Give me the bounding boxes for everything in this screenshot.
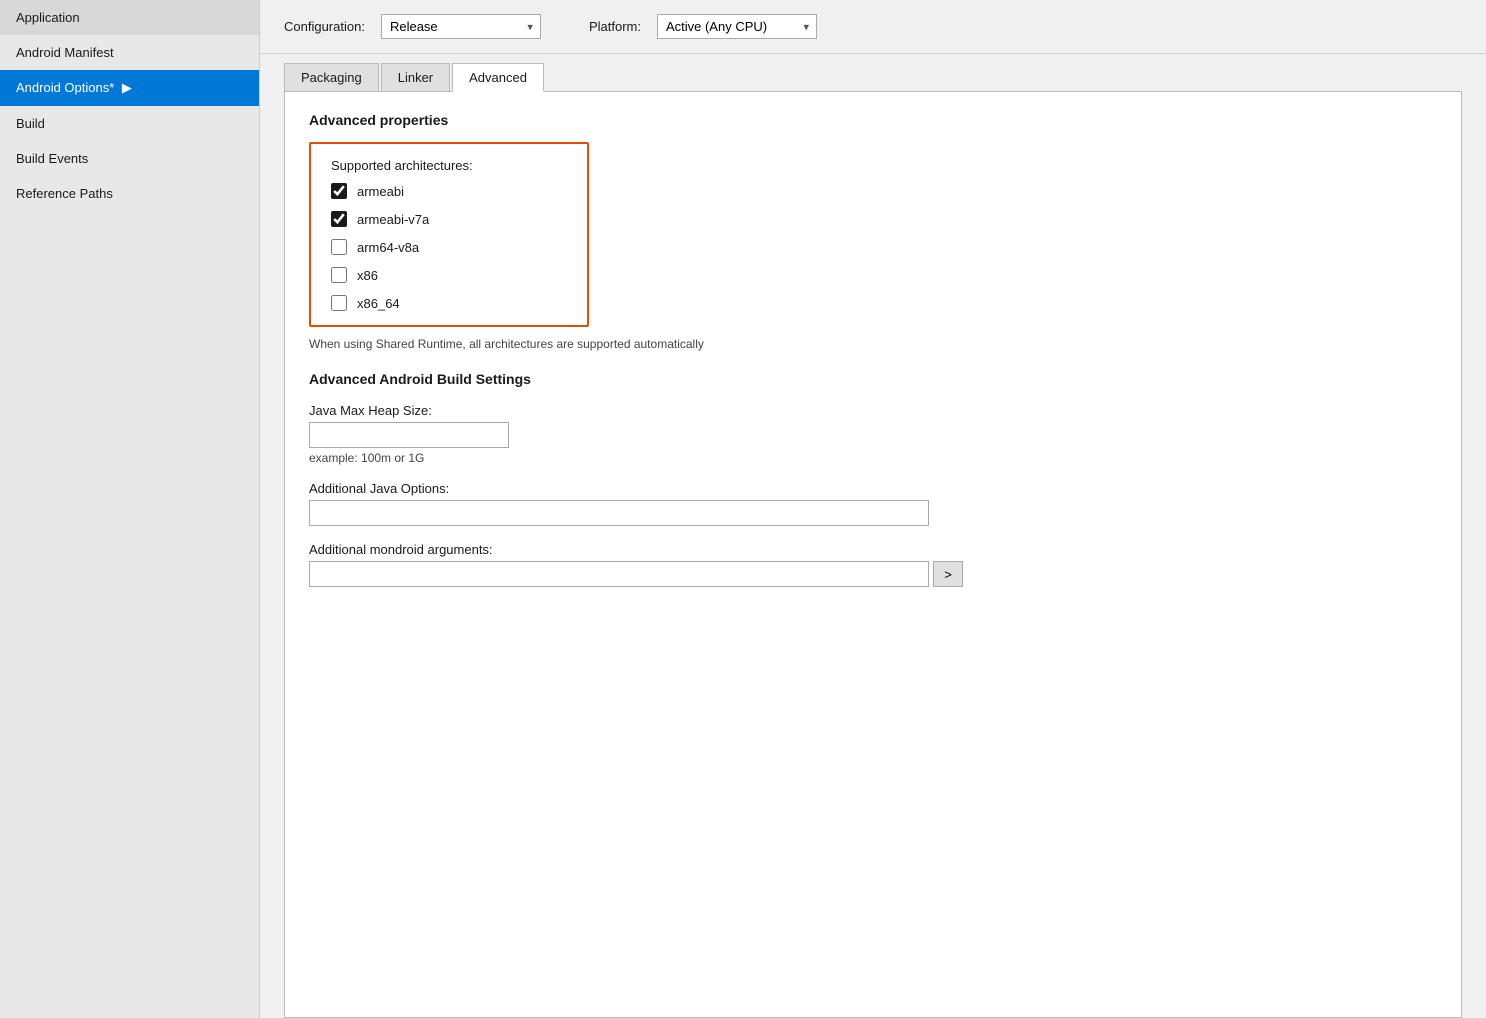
arch-checkbox-arm64-v8a[interactable] xyxy=(331,239,347,255)
sidebar-item-android-options[interactable]: Android Options* ▶ xyxy=(0,70,259,106)
main-layout: Application Android Manifest Android Opt… xyxy=(0,0,1486,1018)
tab-packaging[interactable]: Packaging xyxy=(284,63,379,91)
arch-item-x86: x86 xyxy=(331,267,567,283)
arch-item-armeabi-v7a: armeabi-v7a xyxy=(331,211,567,227)
arch-label-x86[interactable]: x86 xyxy=(357,268,378,283)
arch-checkbox-armeabi-v7a[interactable] xyxy=(331,211,347,227)
java-heap-group: Java Max Heap Size: example: 100m or 1G xyxy=(309,403,1437,465)
configuration-select[interactable]: Release Active (Debug) Debug All Configu… xyxy=(381,14,541,39)
java-heap-input[interactable] xyxy=(309,422,509,448)
arch-checkbox-x86[interactable] xyxy=(331,267,347,283)
architectures-label: Supported architectures: xyxy=(331,158,567,173)
mondroid-label: Additional mondroid arguments: xyxy=(309,542,1437,557)
tabs-area: Packaging Linker Advanced xyxy=(260,62,1486,92)
mondroid-input-row: > xyxy=(309,561,1437,587)
configuration-label: Configuration: xyxy=(284,19,365,34)
sidebar-arrow-icon: ▶ xyxy=(122,80,132,96)
tab-linker[interactable]: Linker xyxy=(381,63,450,91)
content-area: Configuration: Release Active (Debug) De… xyxy=(260,0,1486,1018)
java-heap-hint: example: 100m or 1G xyxy=(309,451,1437,465)
sidebar-item-reference-paths[interactable]: Reference Paths xyxy=(0,176,259,211)
java-options-label: Additional Java Options: xyxy=(309,481,1437,496)
configuration-select-wrapper: Release Active (Debug) Debug All Configu… xyxy=(381,14,541,39)
architectures-box: Supported architectures: armeabi armeabi… xyxy=(309,142,589,327)
sidebar-item-build-events[interactable]: Build Events xyxy=(0,141,259,176)
sidebar-item-android-manifest[interactable]: Android Manifest xyxy=(0,35,259,70)
section2-title: Advanced Android Build Settings xyxy=(309,371,1437,387)
java-heap-label: Java Max Heap Size: xyxy=(309,403,1437,418)
arch-label-armeabi[interactable]: armeabi xyxy=(357,184,404,199)
platform-select-wrapper: Active (Any CPU) Any CPU x86 x64 xyxy=(657,14,817,39)
tab-advanced[interactable]: Advanced xyxy=(452,63,544,92)
arch-label-armeabi-v7a[interactable]: armeabi-v7a xyxy=(357,212,429,227)
arch-checkbox-armeabi[interactable] xyxy=(331,183,347,199)
sidebar: Application Android Manifest Android Opt… xyxy=(0,0,260,1018)
mondroid-input[interactable] xyxy=(309,561,929,587)
arch-hint: When using Shared Runtime, all architect… xyxy=(309,337,1437,351)
mondroid-button[interactable]: > xyxy=(933,561,963,587)
arch-item-x86_64: x86_64 xyxy=(331,295,567,311)
java-options-group: Additional Java Options: xyxy=(309,481,1437,526)
panel-advanced: Advanced properties Supported architectu… xyxy=(284,92,1462,1018)
mondroid-group: Additional mondroid arguments: > xyxy=(309,542,1437,587)
section1-title: Advanced properties xyxy=(309,112,1437,128)
platform-select[interactable]: Active (Any CPU) Any CPU x86 x64 xyxy=(657,14,817,39)
arch-item-arm64-v8a: arm64-v8a xyxy=(331,239,567,255)
java-options-input[interactable] xyxy=(309,500,929,526)
tabs-row: Packaging Linker Advanced xyxy=(284,62,1462,92)
config-bar: Configuration: Release Active (Debug) De… xyxy=(260,0,1486,54)
arch-label-arm64-v8a[interactable]: arm64-v8a xyxy=(357,240,419,255)
sidebar-item-build[interactable]: Build xyxy=(0,106,259,141)
platform-label: Platform: xyxy=(589,19,641,34)
arch-checkbox-x86_64[interactable] xyxy=(331,295,347,311)
sidebar-item-application[interactable]: Application xyxy=(0,0,259,35)
arch-label-x86_64[interactable]: x86_64 xyxy=(357,296,400,311)
arch-item-armeabi: armeabi xyxy=(331,183,567,199)
